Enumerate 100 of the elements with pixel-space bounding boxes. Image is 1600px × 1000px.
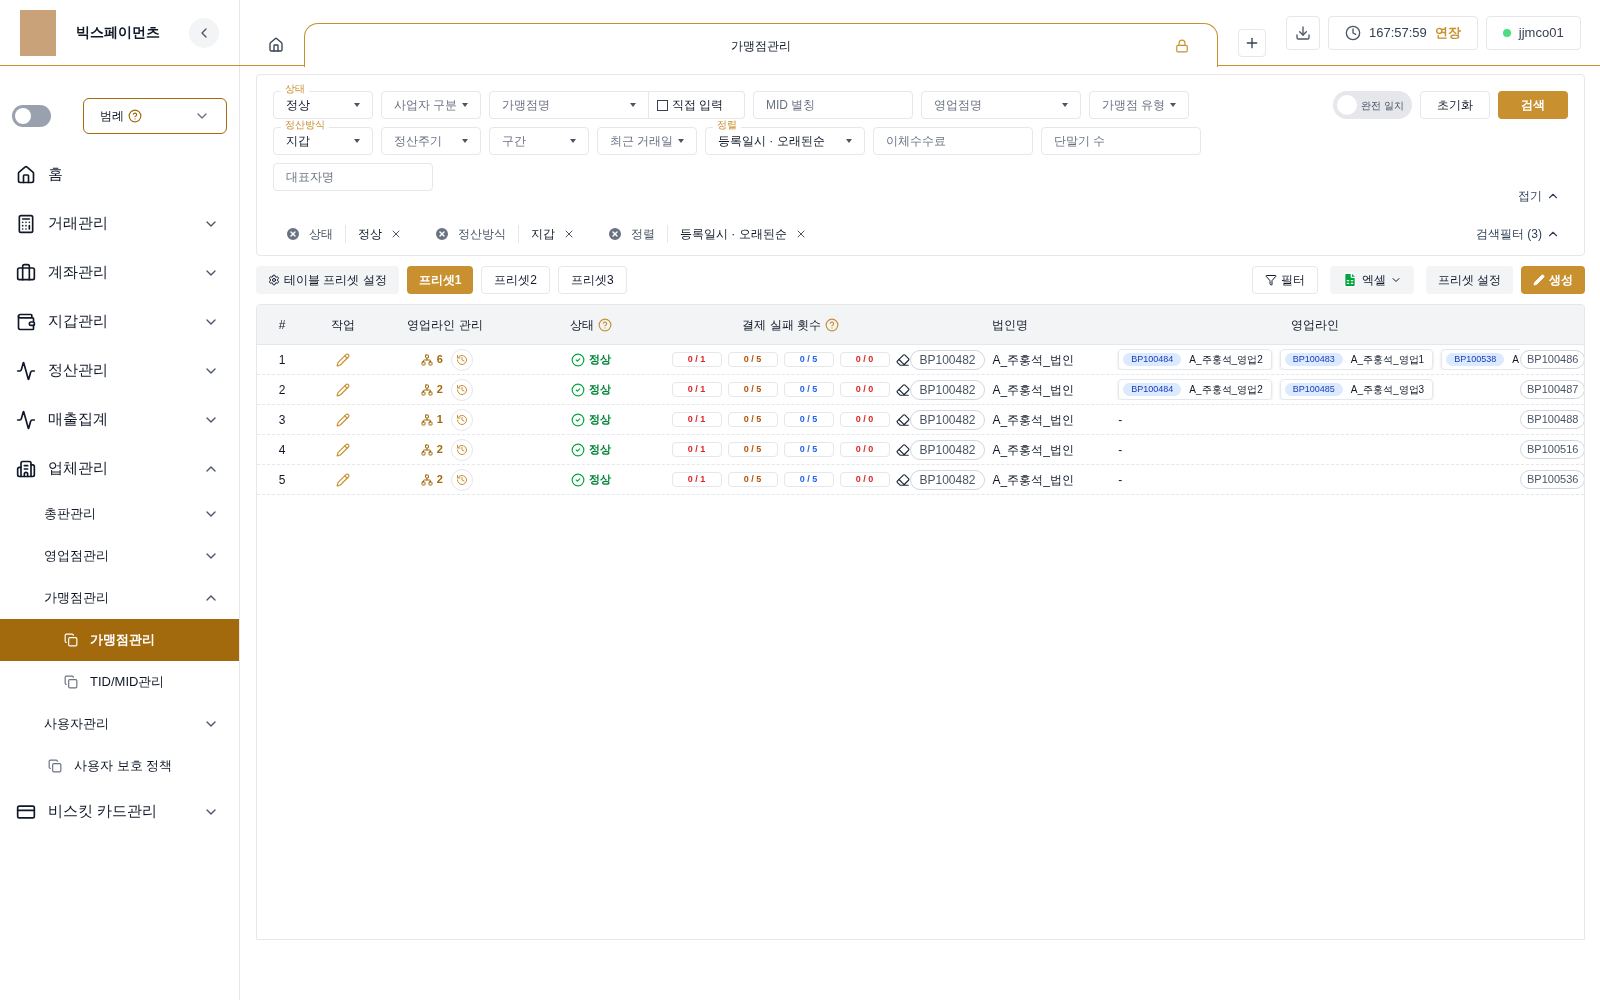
sales-line-chip: BP100483 A_주홍석_영업1 [1279,349,1434,370]
sidebar-item[interactable]: 매출집계 [0,395,239,444]
history-icon [455,353,468,366]
close-icon[interactable] [563,228,575,240]
edit-icon[interactable] [335,412,350,427]
column-header: 영업라인 [1291,316,1340,334]
sales-line-count[interactable]: 2 [416,381,447,398]
sidebar-item[interactable]: 정산관리 [0,346,239,395]
sales-line-chip: BP100485 A_주홍석_영업3 [1279,379,1434,400]
remove-filter-icon[interactable] [434,226,450,242]
network-icon [420,353,433,366]
history-icon [455,443,468,456]
sidebar-item[interactable]: 거래관리 [0,199,239,248]
select-field[interactable]: 사업자 구분 [381,91,481,119]
edit-icon[interactable] [335,472,350,487]
collapse-button[interactable]: 접기 [1518,187,1568,205]
direct-input-checkbox[interactable]: 직접 입력 [649,91,745,119]
column-header: 영업라인 관리 [407,316,483,334]
eraser-icon[interactable] [895,382,910,397]
sidebar-item[interactable]: 가맹점관리 [0,577,239,619]
select-field[interactable]: 가맹점명 [489,91,649,119]
input-field[interactable]: 이체수수료 [873,127,1033,155]
sales-line-count[interactable]: 6 [416,351,447,368]
corporation-name: A_주홍석_법인 [992,351,1074,369]
reset-button[interactable]: 초기화 [1420,91,1490,119]
column-header: 상태 [569,316,594,334]
dropdown-caret-icon [1062,103,1068,107]
input-field[interactable]: 대표자명 [273,163,433,191]
add-tab-button[interactable] [1238,28,1266,57]
dropdown-caret-icon [354,139,360,143]
failure-count-badge: 0 / 0 [839,382,890,397]
failure-count-badge: 0 / 5 [783,412,834,427]
photo-placeholder [20,9,56,56]
eraser-icon[interactable] [895,472,910,487]
select-field[interactable]: 영업점명 [921,91,1081,119]
input-field[interactable]: MID 별칭 [753,91,913,119]
select-field[interactable]: 가맹점 유형 [1089,91,1189,119]
remove-filter-icon[interactable] [607,226,623,242]
sales-line-count[interactable]: 2 [416,471,447,488]
preset-tab[interactable]: 프리셋3 [558,266,627,294]
history-icon [455,383,468,396]
sidebar-item[interactable]: 계좌관리 [0,248,239,297]
sidebar-item[interactable]: 총판관리 [0,493,239,535]
eraser-icon[interactable] [895,412,910,427]
exact-match-toggle[interactable]: 완전 일치 [1333,91,1412,119]
column-header: 결제 실패 횟수 [742,316,821,334]
excel-button[interactable]: 엑셀 [1329,266,1414,294]
history-icon [455,473,468,486]
corporation-name: A_주홍석_법인 [992,381,1074,399]
status-label: 정상 [570,411,611,428]
sidebar-item[interactable]: 영업점관리 [0,535,239,577]
eraser-icon[interactable] [895,442,910,457]
sidebar-item[interactable]: 업체관리 [0,444,239,493]
edit-icon[interactable] [335,442,350,457]
filter-button[interactable]: 필터 [1251,266,1318,294]
filter-chip-name: 정렬 [631,225,668,243]
sidebar-item[interactable]: 비스킷 카드관리 [0,787,239,836]
input-field[interactable]: 단말기 수 [1041,127,1201,155]
select-field[interactable]: 최근 거래일 [597,127,697,155]
user-button[interactable]: jjmco01 [1485,15,1581,50]
sidebar-item[interactable]: 가맹점관리 [0,619,239,661]
close-icon[interactable] [390,228,402,240]
dropdown-caret-icon [630,103,636,107]
check-circle-icon [570,472,585,487]
dark-mode-toggle[interactable] [12,105,51,127]
preset-settings-button[interactable]: 프리셋 설정 [1425,266,1513,294]
session-timer-button[interactable]: 167:57:59 연장 [1328,15,1478,50]
sidebar-item[interactable]: 홈 [0,150,239,199]
column-header: 작업 [330,316,355,334]
sidebar-item[interactable]: 사용자 보호 정책 [0,745,239,787]
table-preset-settings-button[interactable]: 테이블 프리셋 설정 [256,266,399,294]
sidebar-item[interactable]: 사용자관리 [0,703,239,745]
sales-line-chip: BP100484 A_주홍석_영업2 [1118,349,1272,370]
edit-icon[interactable] [335,382,350,397]
sales-line-count[interactable]: 1 [416,411,447,428]
sales-line-count[interactable]: 2 [416,441,447,458]
history-icon [455,413,468,426]
filter-chip-value: 정상 [357,226,382,243]
corporation-name: A_주홍석_법인 [992,471,1074,489]
sales-line-chip: BP100538 A [1441,349,1520,370]
page-tab[interactable]: 가맹점관리 [304,23,1218,67]
eraser-icon[interactable] [895,352,910,367]
search-filter-toggle[interactable]: 검색필터 (3) [1476,225,1568,243]
select-field[interactable]: 구간 [489,127,589,155]
download-button[interactable] [1286,15,1320,50]
field-label: 정산방식 [281,120,329,130]
row-number: 5 [278,471,286,489]
select-field[interactable]: 정산주기 [381,127,481,155]
sidebar-item[interactable]: 지갑관리 [0,297,239,346]
failure-count-badge: 0 / 5 [727,352,778,367]
empty-value: - [1118,411,1123,429]
check-circle-icon [570,412,585,427]
preset-tab[interactable]: 프리셋2 [481,266,551,294]
network-icon [420,383,433,396]
legend-dropdown[interactable]: 범례 [82,98,227,134]
sidebar-item[interactable]: TID/MID관리 [0,661,239,703]
edit-icon[interactable] [335,352,350,367]
remove-filter-icon[interactable] [285,226,301,242]
home-icon[interactable] [268,37,284,53]
gear-icon [268,274,280,286]
